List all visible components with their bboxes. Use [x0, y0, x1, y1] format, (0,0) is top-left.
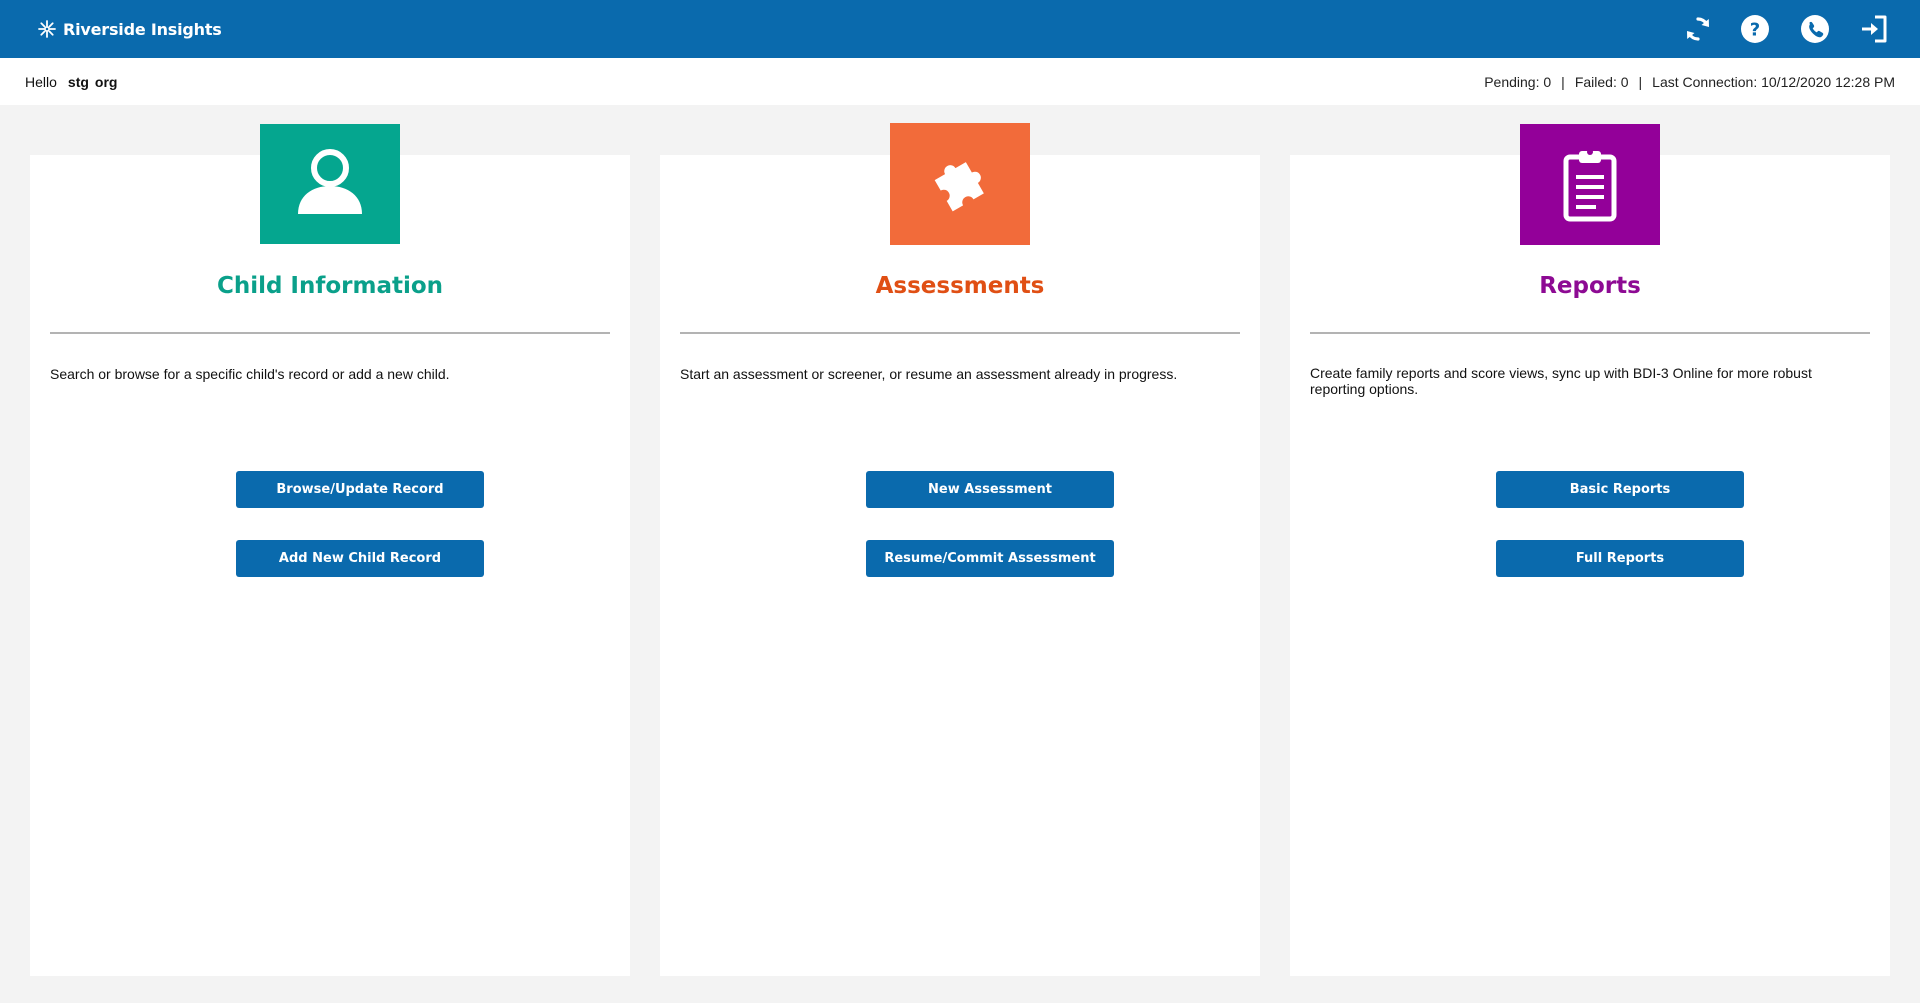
- card-description: Search or browse for a specific child's …: [50, 366, 450, 382]
- failed-count: Failed: 0: [1574, 74, 1629, 90]
- card-description: Create family reports and score views, s…: [1310, 365, 1812, 397]
- card-description: Start an assessment or screener, or resu…: [680, 366, 1178, 382]
- card-divider: [680, 332, 1240, 334]
- sync-icon[interactable]: [1680, 11, 1716, 47]
- card-title: Child Information: [216, 273, 444, 299]
- greeting: Hello stg org: [25, 74, 117, 90]
- child-information-tile[interactable]: [260, 124, 400, 244]
- sync-status: Pending: 0 | Failed: 0 | Last Connection…: [1484, 74, 1895, 90]
- add-new-child-record-button[interactable]: Add New Child Record: [236, 540, 484, 577]
- user-first-name: stg: [67, 74, 89, 90]
- card-divider: [1310, 332, 1870, 334]
- child-information-card: Child Information Search or browse for a…: [30, 124, 630, 976]
- user-last-name: org: [94, 74, 118, 90]
- status-separator: |: [1561, 74, 1565, 90]
- greeting-text: Hello: [25, 74, 57, 90]
- resume-commit-assessment-button[interactable]: Resume/Commit Assessment: [866, 540, 1114, 577]
- reports-tile[interactable]: [1520, 124, 1660, 245]
- card-divider: [50, 332, 610, 334]
- puzzle-piece-icon: [934, 162, 984, 212]
- card-title: Reports: [1539, 273, 1641, 299]
- phone-icon[interactable]: [1797, 11, 1833, 47]
- last-connection: Last Connection: 10/12/2020 12:28 PM: [1652, 74, 1895, 90]
- header-actions: ?: [0, 11, 1920, 47]
- basic-reports-button[interactable]: Basic Reports: [1496, 471, 1744, 508]
- help-icon[interactable]: ?: [1737, 11, 1773, 47]
- clipboard-icon: [1563, 148, 1617, 221]
- card-title: Assessments: [875, 273, 1045, 299]
- user-status-bar: Hello stg org Pending: 0 | Failed: 0 | L…: [0, 58, 1920, 105]
- pending-count: Pending: 0: [1484, 74, 1552, 90]
- logout-icon[interactable]: [1856, 11, 1892, 47]
- full-reports-button[interactable]: Full Reports: [1496, 540, 1744, 577]
- svg-text:?: ?: [1750, 20, 1760, 41]
- status-separator: |: [1638, 74, 1643, 90]
- assessments-card: Assessments Start an assessment or scree…: [660, 123, 1260, 976]
- reports-card: Reports Create family reports and score …: [1290, 124, 1890, 976]
- top-navigation-bar: Riverside Insights ?: [0, 0, 1920, 58]
- assessments-tile[interactable]: [890, 123, 1030, 245]
- user-icon: [298, 149, 362, 214]
- new-assessment-button[interactable]: New Assessment: [866, 471, 1114, 508]
- browse-update-record-button[interactable]: Browse/Update Record: [236, 471, 484, 508]
